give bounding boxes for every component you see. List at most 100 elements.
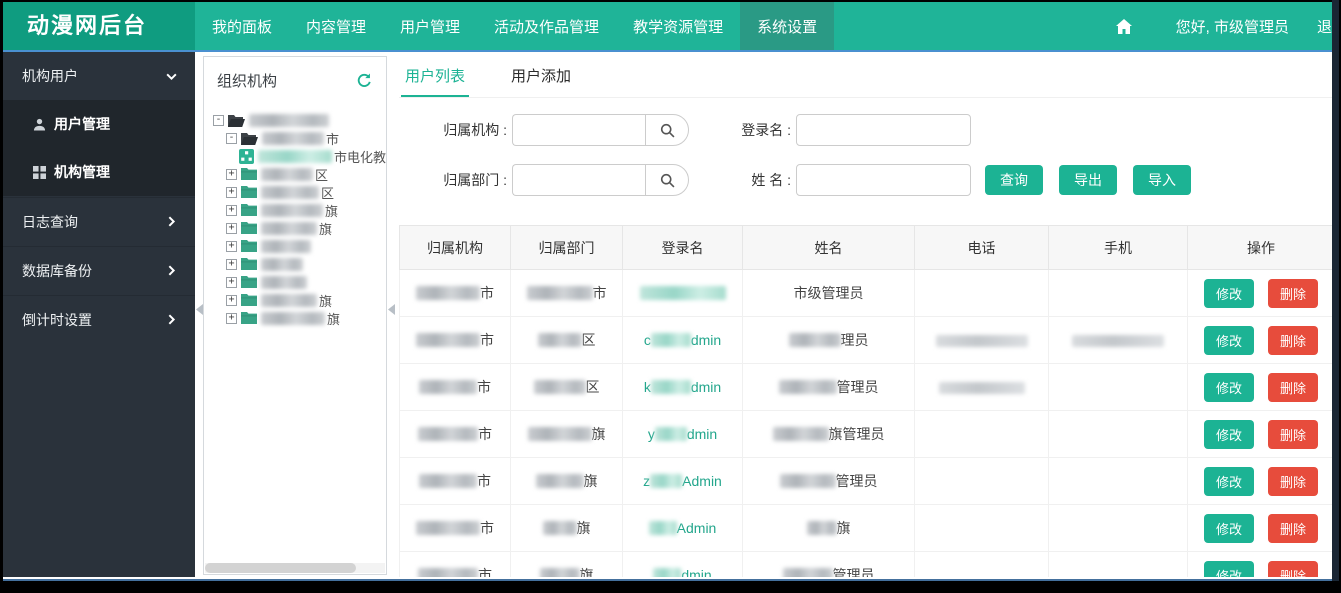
redacted-text (1072, 335, 1164, 347)
tree-node-0[interactable]: - (213, 111, 386, 129)
expand-icon[interactable]: + (226, 277, 237, 288)
home-icon[interactable] (1116, 19, 1132, 34)
expand-icon[interactable]: + (226, 169, 237, 180)
dept-search-input[interactable] (512, 164, 645, 196)
tree-node-1[interactable]: -市 (213, 129, 386, 147)
expand-icon[interactable]: + (226, 187, 237, 198)
tree-node-label: 市电化教 (334, 147, 386, 166)
org-search-group (512, 114, 689, 146)
name-cell: 理员 (743, 317, 915, 364)
tree-hscrollbar-thumb[interactable] (205, 563, 356, 573)
expand-icon[interactable]: + (226, 241, 237, 252)
collapse-icon[interactable]: - (213, 115, 224, 126)
expand-icon[interactable]: + (226, 223, 237, 234)
nav-item-2[interactable]: 用户管理 (383, 2, 477, 50)
nav-item-3[interactable]: 活动及作品管理 (477, 2, 616, 50)
search-icon[interactable] (645, 114, 689, 146)
tree-node-6[interactable]: +旗 (213, 219, 386, 237)
search-icon[interactable] (645, 164, 689, 196)
navbar-right: 您好, 市级管理员 退 (1116, 2, 1332, 50)
logout-link[interactable]: 退 (1317, 16, 1332, 37)
nav-item-4[interactable]: 教学资源管理 (616, 2, 740, 50)
nav-item-0[interactable]: 我的面板 (195, 2, 289, 50)
login-link[interactable] (640, 285, 726, 301)
tree-node-9[interactable]: + (213, 273, 386, 291)
redacted-text (249, 114, 329, 127)
sidebar-item-1[interactable]: 日志查询 (3, 197, 195, 245)
tree-hscrollbar[interactable] (205, 563, 385, 573)
org-search-input[interactable] (512, 114, 645, 146)
login-link[interactable]: ydmin (648, 426, 717, 442)
dept-text: 区 (586, 379, 600, 395)
tree-node-5[interactable]: +旗 (213, 201, 386, 219)
user-icon (33, 118, 46, 131)
col-header-4: 电话 (915, 226, 1049, 270)
org-text: 市 (480, 285, 494, 301)
sidebar-item-0[interactable]: 机构用户 (3, 52, 195, 100)
login-filter-label: 登录名 : (721, 120, 791, 140)
expand-icon[interactable]: + (226, 295, 237, 306)
folder-icon (241, 258, 257, 270)
sidebar-item-3[interactable]: 倒计时设置 (3, 295, 195, 343)
refresh-icon[interactable] (357, 73, 372, 88)
collapse-arrow-icon[interactable] (196, 304, 203, 315)
login-link[interactable]: zAdmin (643, 473, 722, 489)
login-link[interactable]: cdmin (644, 332, 721, 348)
expand-icon[interactable]: + (226, 313, 237, 324)
folder-icon (241, 222, 257, 234)
delete-button[interactable]: 删除 (1268, 514, 1318, 543)
org-text: 市 (478, 426, 492, 442)
tree-node-7[interactable]: + (213, 237, 386, 255)
delete-button[interactable]: 删除 (1268, 326, 1318, 355)
sidebar-submenu: 用户管理机构管理 (3, 100, 195, 196)
edit-button[interactable]: 修改 (1204, 561, 1254, 578)
sidebar-item-2[interactable]: 数据库备份 (3, 246, 195, 294)
sidebar-subitem-0[interactable]: 用户管理 (3, 100, 195, 148)
expand-icon[interactable]: + (226, 259, 237, 270)
dept-cell: 旗 (511, 552, 623, 578)
login-input[interactable] (796, 114, 971, 146)
query-button[interactable]: 查询 (985, 165, 1043, 195)
sidebar-item-label: 数据库备份 (22, 261, 92, 281)
login-link[interactable]: Admin (649, 520, 717, 536)
import-button[interactable]: 导入 (1133, 165, 1191, 195)
tree-node-8[interactable]: + (213, 255, 386, 273)
tree-node-11[interactable]: +旗 (213, 309, 386, 327)
login-link[interactable]: kdmin (644, 379, 721, 395)
edit-button[interactable]: 修改 (1204, 279, 1254, 308)
delete-button[interactable]: 删除 (1268, 561, 1318, 578)
edit-button[interactable]: 修改 (1204, 420, 1254, 449)
expand-icon[interactable]: + (226, 205, 237, 216)
mobile-cell (1049, 552, 1188, 578)
tree-node-4[interactable]: +区 (213, 183, 386, 201)
sidebar-subitem-1[interactable]: 机构管理 (3, 148, 195, 196)
name-input[interactable] (796, 164, 971, 196)
edit-button[interactable]: 修改 (1204, 373, 1254, 402)
tree-node-2[interactable]: 市电化教 (213, 147, 386, 165)
actions-cell: 修改删除 (1188, 505, 1333, 552)
tab-user-list[interactable]: 用户列表 (401, 56, 469, 97)
edit-button[interactable]: 修改 (1204, 467, 1254, 496)
login-prefix: c (644, 332, 651, 348)
name-text: 旗 (837, 520, 851, 536)
delete-button[interactable]: 删除 (1268, 420, 1318, 449)
collapse-arrow-icon[interactable] (388, 304, 395, 315)
tab-user-add[interactable]: 用户添加 (507, 56, 575, 97)
tree-node-10[interactable]: +旗 (213, 291, 386, 309)
collapse-icon[interactable]: - (226, 133, 237, 144)
tree-node-3[interactable]: +区 (213, 165, 386, 183)
dept-text: 区 (582, 332, 596, 348)
folder-icon (241, 168, 257, 180)
redacted-text (536, 474, 584, 488)
nav-item-1[interactable]: 内容管理 (289, 2, 383, 50)
delete-button[interactable]: 删除 (1268, 373, 1318, 402)
login-link[interactable]: dmin (653, 567, 711, 577)
export-button[interactable]: 导出 (1059, 165, 1117, 195)
edit-button[interactable]: 修改 (1204, 514, 1254, 543)
redacted-text (261, 204, 323, 217)
main-menu: 我的面板内容管理用户管理活动及作品管理教学资源管理系统设置 (195, 2, 834, 50)
nav-item-5[interactable]: 系统设置 (740, 2, 834, 50)
edit-button[interactable]: 修改 (1204, 326, 1254, 355)
delete-button[interactable]: 删除 (1268, 279, 1318, 308)
delete-button[interactable]: 删除 (1268, 467, 1318, 496)
